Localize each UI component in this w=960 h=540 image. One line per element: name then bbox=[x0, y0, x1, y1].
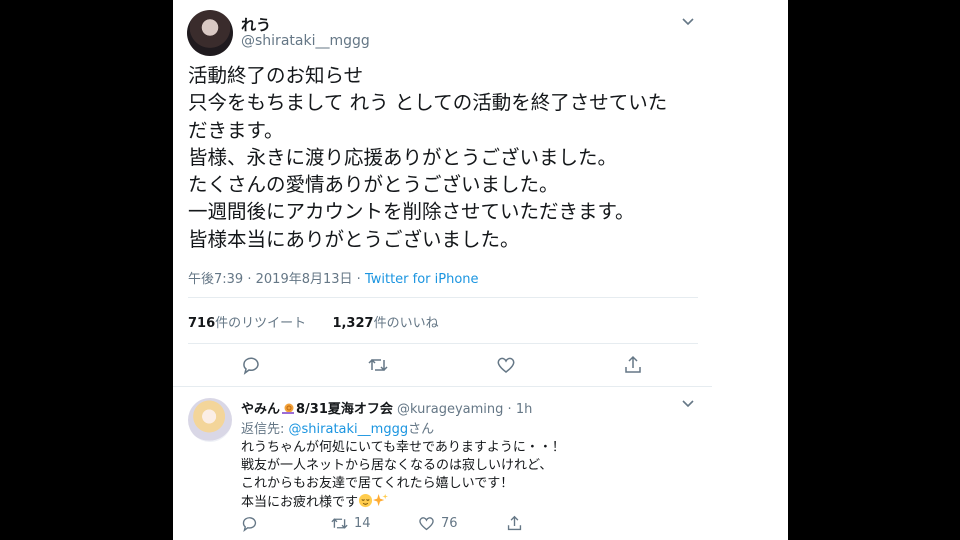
reply-icon bbox=[243, 357, 259, 375]
snail-icon bbox=[282, 403, 295, 414]
tweet-time[interactable]: 午後7:39 bbox=[188, 272, 243, 287]
reply-time[interactable]: 1h bbox=[516, 402, 533, 417]
tweet-date[interactable]: 2019年8月13日 bbox=[256, 272, 353, 287]
relieved-face-icon bbox=[358, 493, 373, 508]
divider bbox=[173, 386, 712, 387]
tweet-line: 皆様、永きに渡り応援ありがとうございました。 bbox=[188, 145, 618, 169]
tweet-line: 只今をもちまして れう としての活動を終了させていた bbox=[188, 91, 668, 115]
tweet-line: たくさんの愛情ありがとうございました。 bbox=[188, 173, 559, 197]
replying-to-handle[interactable]: @shirataki__mggg bbox=[289, 422, 409, 437]
reply-line: 戦友が一人ネットから居なくなるのは寂しいけれど、 bbox=[241, 458, 553, 473]
likes-stat[interactable]: 1,327件のいいね bbox=[332, 316, 438, 331]
reply-reply-button[interactable] bbox=[241, 515, 258, 532]
background-strip bbox=[712, 0, 788, 540]
reply-like-button[interactable]: 76 bbox=[418, 515, 458, 532]
divider bbox=[188, 297, 698, 298]
reply-icon bbox=[242, 517, 257, 532]
sparkles-icon bbox=[373, 493, 389, 507]
reply-retweet-count: 14 bbox=[354, 516, 371, 531]
chevron-down-icon[interactable] bbox=[681, 396, 695, 410]
replying-to: 返信先: @shirataki__mgggさん bbox=[241, 422, 435, 437]
tweet-line: 一週間後にアカウントを削除させていただきます。 bbox=[188, 200, 635, 224]
reply-like-count: 76 bbox=[441, 516, 458, 531]
reply-avatar[interactable] bbox=[188, 398, 232, 442]
reply-handle: @kurageyaming bbox=[397, 402, 504, 417]
like-button[interactable] bbox=[496, 355, 516, 375]
reply-line: れうちゃんが何処にいても幸せでありますように・・！ bbox=[241, 440, 565, 455]
reply-line: これからもお友達で居てくれたら嬉しいです！ bbox=[241, 476, 514, 491]
chevron-down-icon[interactable] bbox=[681, 14, 695, 28]
like-icon bbox=[419, 517, 434, 531]
share-icon bbox=[625, 355, 641, 373]
reply-line: 本当にお疲れ様です bbox=[241, 495, 359, 510]
retweet-icon bbox=[331, 518, 348, 529]
tweet-panel: れう @shirataki__mggg 活動終了のお知らせ 只今をもちまして れ… bbox=[173, 0, 712, 540]
reply-author-name: やみん 8/31夏海オフ会 bbox=[241, 402, 393, 417]
author-name[interactable]: れう bbox=[241, 14, 271, 35]
like-icon bbox=[497, 357, 515, 373]
separator: · bbox=[356, 272, 361, 287]
reply-button[interactable] bbox=[241, 355, 261, 375]
reply-text: れうちゃんが何処にいても幸せでありますように・・！ 戦友が一人ネットから居なくな… bbox=[241, 439, 681, 512]
tweet-line: 活動終了のお知らせ bbox=[188, 64, 364, 87]
divider bbox=[188, 343, 698, 344]
retweet-icon bbox=[368, 358, 388, 372]
tweet-line: 皆様本当にありがとうございました。 bbox=[188, 227, 520, 251]
author-avatar[interactable] bbox=[187, 10, 233, 56]
tweet-text: 活動終了のお知らせ 只今をもちまして れう としての活動を終了させていた だきま… bbox=[188, 62, 703, 253]
share-button[interactable] bbox=[623, 355, 643, 375]
reply-share-button[interactable] bbox=[506, 515, 523, 532]
reply-author[interactable]: やみん 8/31夏海オフ会 @kurageyaming · 1h bbox=[241, 398, 532, 417]
reply-retweet-button[interactable]: 14 bbox=[331, 515, 371, 532]
separator: · bbox=[507, 402, 512, 417]
tweet-source-link[interactable]: Twitter for iPhone bbox=[365, 272, 479, 287]
retweets-stat[interactable]: 716件のリツイート bbox=[188, 316, 306, 331]
tweet-stats: 716件のリツイート 1,327件のいいね bbox=[188, 312, 439, 331]
separator: · bbox=[247, 272, 252, 287]
author-handle[interactable]: @shirataki__mggg bbox=[241, 33, 370, 49]
retweet-button[interactable] bbox=[368, 355, 388, 375]
tweet-line: だきます。 bbox=[188, 118, 284, 142]
share-icon bbox=[507, 515, 522, 531]
tweet-timestamp: 午後7:39 · 2019年8月13日 · Twitter for iPhone bbox=[188, 268, 479, 287]
